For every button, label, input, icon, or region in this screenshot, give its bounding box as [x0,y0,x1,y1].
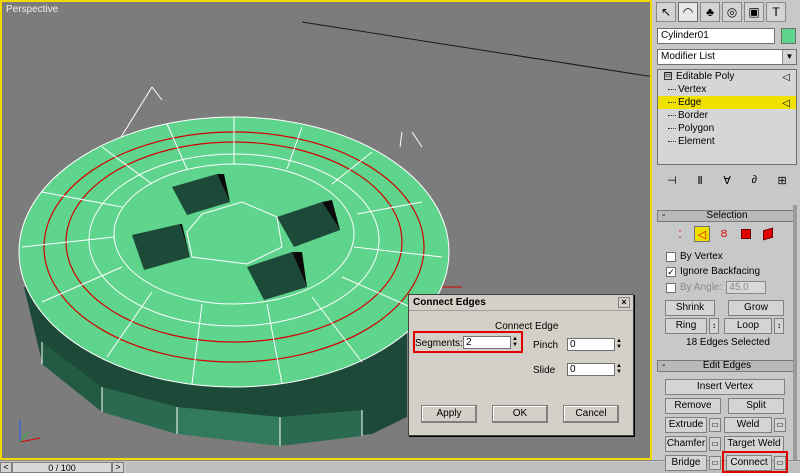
modifier-stack: ⊟ Editable Poly ◁ Vertex Edge ◁ Border Po… [657,69,797,165]
angle-field[interactable]: 45,0 [726,281,767,294]
dialog-title-bar[interactable]: Connect Edges × [409,295,633,311]
stack-tools: ⊣ Ⅱ ∀ ∂ ⊞ [657,170,797,190]
ring-button[interactable]: Ring [665,318,707,334]
viewport-label[interactable]: Perspective [6,4,58,15]
stack-item-editable-poly[interactable]: ⊟ Editable Poly ◁ [658,70,796,83]
weld-button[interactable]: Weld [724,417,772,433]
pinch-label: Pinch [533,340,559,351]
slide-spinner[interactable]: ▲ ▼ [615,363,623,376]
time-right-button[interactable]: > [112,462,124,473]
grow-button[interactable]: Grow [728,300,784,316]
time-left-button[interactable]: < [0,462,12,473]
bridge-button[interactable]: Bridge [665,455,707,471]
selection-rollout-header[interactable]: - Selection [657,210,797,222]
ok-button[interactable]: OK [492,405,548,423]
cancel-button[interactable]: Cancel [563,405,619,423]
chamfer-button[interactable]: Chamfer [665,436,707,452]
by-vertex-row: By Vertex [666,250,723,263]
collapse-icon[interactable]: ⊟ [664,72,672,81]
connect-highlight [722,451,788,473]
display-tab-icon[interactable]: ▣ [744,2,764,22]
extrude-settings-icon[interactable]: ▭ [709,418,721,432]
shrink-button[interactable]: Shrink [665,300,715,316]
hierarchy-tab-icon[interactable]: ♣ [700,2,720,22]
chamfer-settings-icon[interactable]: ▭ [709,437,721,451]
object-name-row: Cylinder01 [657,28,797,45]
pinch-field[interactable]: 0 [567,338,615,351]
weld-settings-icon[interactable]: ▭ [774,418,786,432]
ignore-backfacing-row: ✓ Ignore Backfacing [666,266,761,277]
motion-tab-icon[interactable]: ◎ [722,2,742,22]
connect-edges-dialog: Connect Edges × Connect Edge Segments: 2… [408,294,634,436]
ignore-backfacing-checkbox[interactable]: ✓ [666,266,676,277]
target-weld-button[interactable]: Target Weld [724,436,784,452]
edge-mode-icon[interactable]: ◁ [694,226,710,242]
edit-edges-rollout-header[interactable]: - Edit Edges [657,360,797,372]
chevron-down-icon[interactable]: ▼ [782,50,796,64]
object-name-field[interactable]: Cylinder01 [657,28,775,44]
time-slider[interactable]: 0 / 100 [12,462,112,473]
axis-tripod [19,420,41,443]
make-unique-icon[interactable]: ∀ [723,174,731,187]
close-icon[interactable]: × [618,297,630,308]
utilities-tab-icon[interactable]: T [766,2,786,22]
loop-spinner[interactable]: ↕ [774,318,784,334]
stack-item-vertex[interactable]: Vertex [658,83,796,96]
insert-vertex-button[interactable]: Insert Vertex [665,379,785,395]
configure-sets-icon[interactable]: ⊞ [777,174,786,187]
modifier-list-label: Modifier List [661,51,715,62]
by-vertex-checkbox[interactable] [666,251,676,262]
loop-button[interactable]: Loop [724,318,772,334]
split-button[interactable]: Split [728,398,784,414]
slide-label: Slide [533,365,556,376]
pin-stack-icon[interactable]: ⊣ [667,174,677,187]
subobject-buttons: ⁚ ◁ Ȣ [672,226,776,242]
extrude-button[interactable]: Extrude [665,417,707,433]
slide-field[interactable]: 0 [567,363,615,376]
stack-item-border[interactable]: Border [658,109,796,122]
remove-modifier-icon[interactable]: ∂ [751,174,756,186]
create-tab-icon[interactable]: ↖ [656,2,676,22]
polygon-mode-icon[interactable] [738,226,754,242]
object-color-swatch[interactable] [781,28,796,44]
element-mode-icon[interactable] [760,226,776,242]
stack-item-edge[interactable]: Edge ◁ [658,96,796,109]
show-end-result-icon[interactable]: Ⅱ [697,174,702,187]
stack-item-polygon[interactable]: Polygon [658,122,796,135]
by-angle-row: By Angle: 45,0 [666,281,767,294]
pinch-spinner[interactable]: ▲ ▼ [615,338,623,351]
stack-item-element[interactable]: Element [658,135,796,148]
panel-scrollbar[interactable] [793,205,797,460]
apply-button[interactable]: Apply [421,405,477,423]
modify-tab-icon[interactable]: ◠ [678,2,698,22]
bridge-settings-icon[interactable]: ▭ [709,456,721,470]
segments-highlight [413,331,523,353]
modifier-list-dropdown[interactable]: Modifier List ▼ [657,49,797,65]
remove-button[interactable]: Remove [665,398,721,414]
command-tabs: ↖ ◠ ♣ ◎ ▣ T [656,2,786,24]
vertex-mode-icon[interactable]: ⁚ [672,226,688,242]
ring-spinner[interactable]: ↕ [709,318,719,334]
selection-status: 18 Edges Selected [686,337,770,348]
by-angle-checkbox[interactable] [666,282,676,293]
border-mode-icon[interactable]: Ȣ [716,226,732,242]
